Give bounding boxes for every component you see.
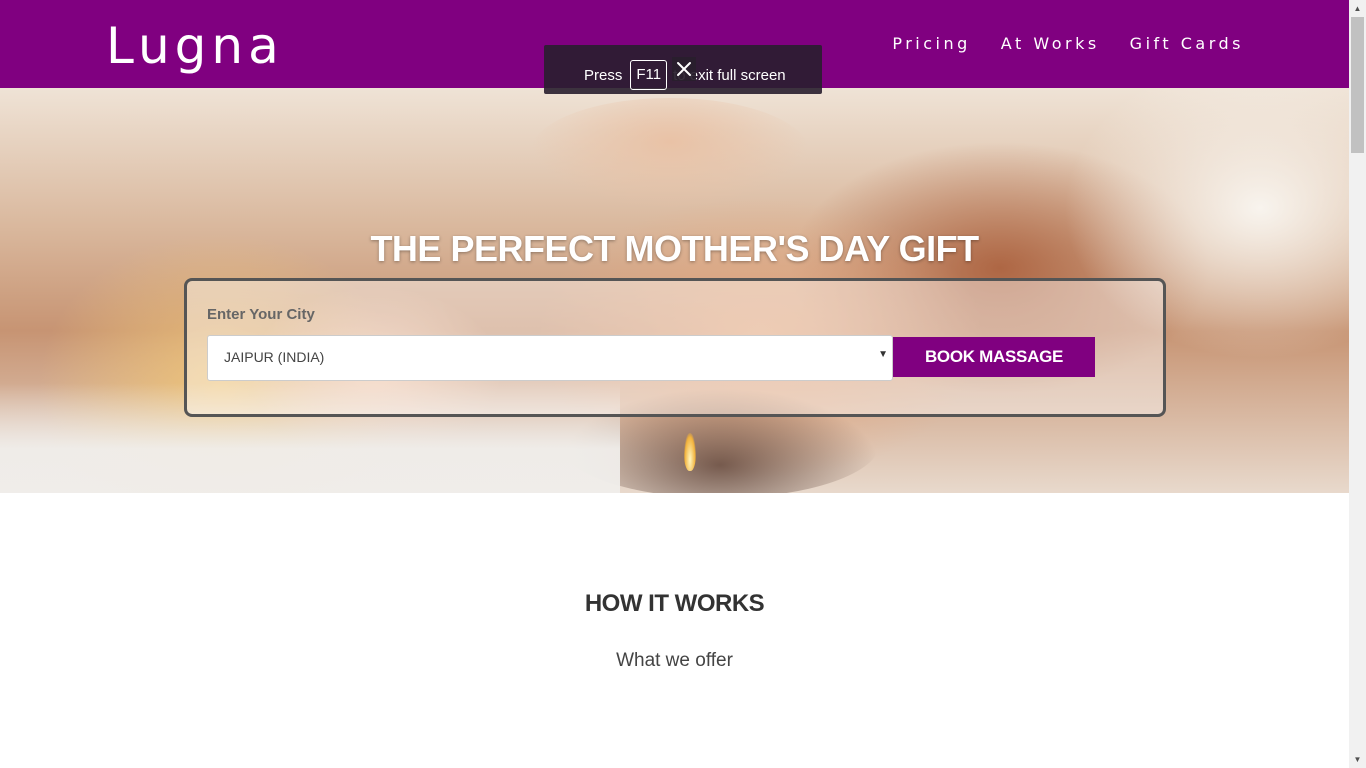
scroll-up-arrow-icon[interactable]: ▲ xyxy=(1349,0,1366,17)
main-nav: Pricing At Works Gift Cards xyxy=(892,32,1244,56)
hero-banner: THE PERFECT MOTHER'S DAY GIFT Enter Your… xyxy=(0,88,1349,493)
nav-pricing[interactable]: Pricing xyxy=(892,32,970,56)
city-label: Enter Your City xyxy=(207,306,315,323)
book-massage-button[interactable]: BOOK MASSAGE xyxy=(893,337,1095,377)
how-it-works-subtitle: What we offer xyxy=(616,650,733,671)
city-select[interactable]: JAIPUR (INDIA) ▼ xyxy=(207,335,893,381)
toast-prefix: Press xyxy=(584,67,623,84)
close-icon[interactable] xyxy=(672,57,696,81)
candle-flame xyxy=(684,433,696,471)
scrollbar-thumb[interactable] xyxy=(1351,17,1364,153)
scrollbar[interactable]: ▲ ▼ xyxy=(1349,0,1366,768)
city-select-value: JAIPUR (INDIA) xyxy=(224,349,325,365)
page: Lugna Pricing At Works Gift Cards THE PE… xyxy=(0,0,1349,768)
hero-image-hand xyxy=(530,98,810,208)
hero-title: THE PERFECT MOTHER'S DAY GIFT xyxy=(370,228,979,270)
nav-gift-cards[interactable]: Gift Cards xyxy=(1130,32,1244,56)
nav-at-works[interactable]: At Works xyxy=(1001,32,1100,56)
brand-logo[interactable]: Lugna xyxy=(106,16,284,76)
fullscreen-toast: Press F11 to exit full screen xyxy=(544,45,822,94)
how-it-works-title: HOW IT WORKS xyxy=(584,590,765,617)
f11-key: F11 xyxy=(630,60,668,90)
dropdown-arrow-icon: ▼ xyxy=(878,349,888,360)
scroll-down-arrow-icon[interactable]: ▼ xyxy=(1349,751,1366,768)
booking-form: Enter Your City JAIPUR (INDIA) ▼ BOOK MA… xyxy=(184,278,1166,417)
